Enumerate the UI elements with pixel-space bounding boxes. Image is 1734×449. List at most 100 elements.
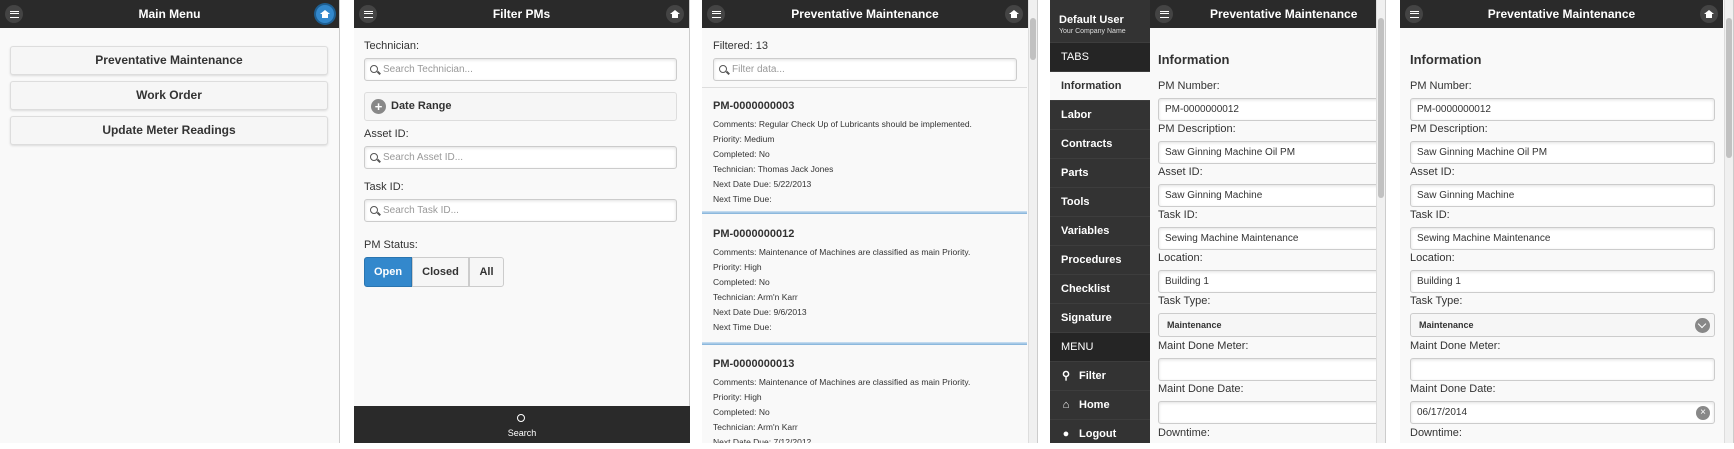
pm-completed: Completed: No [713, 149, 770, 159]
list-item[interactable]: PM-0000000003 Comments: Regular Check Up… [702, 88, 1027, 210]
asset-id-field[interactable]: Saw Ginning Machine [1158, 184, 1385, 207]
tabs-header: TABS [1050, 42, 1150, 71]
menu-button[interactable] [1155, 5, 1173, 23]
asset-id-search-input[interactable]: Search Asset ID... [364, 146, 677, 169]
menu-button[interactable] [707, 5, 725, 23]
placeholder: Search Asset ID... [383, 152, 464, 163]
maint-done-meter-label: Maint Done Meter: [1158, 340, 1249, 352]
scrollbar[interactable] [1028, 0, 1037, 443]
pm-next-date: Next Date Due: 5/22/2013 [713, 179, 812, 189]
hamburger-icon [1409, 10, 1419, 18]
home-button[interactable] [1005, 5, 1023, 23]
home-button[interactable] [316, 5, 334, 23]
task-id-search-input[interactable]: Search Task ID... [364, 199, 677, 222]
pm-description-label: PM Description: [1158, 123, 1236, 135]
asset-id-label: Asset ID: [1158, 166, 1203, 178]
tab-parts[interactable]: Parts [1050, 158, 1150, 187]
task-type-select[interactable]: Maintenance [1410, 313, 1715, 337]
menu-logout[interactable]: ● Logout [1050, 419, 1150, 448]
pm-number-label: PM Number: [1410, 80, 1472, 92]
status-all-button[interactable]: All [469, 257, 504, 287]
asset-id-label: Asset ID: [364, 128, 409, 140]
tab-variables[interactable]: Variables [1050, 216, 1150, 245]
tab-checklist[interactable]: Checklist [1050, 274, 1150, 303]
menu-button[interactable] [359, 5, 377, 23]
pm-priority: Priority: High [713, 262, 762, 272]
update-meter-readings-button[interactable]: Update Meter Readings [10, 116, 328, 145]
menu-button[interactable] [1405, 5, 1423, 23]
menu-button[interactable] [5, 5, 23, 23]
pm-id: PM-0000000013 [713, 358, 795, 370]
list-item[interactable]: PM-0000000013 Comments: Maintenance of M… [702, 346, 1027, 443]
menu-home[interactable]: ⌂ Home [1050, 390, 1150, 419]
search-icon: ⚲ [1061, 370, 1071, 382]
hamburger-icon [1159, 10, 1169, 18]
work-order-button[interactable]: Work Order [10, 81, 328, 110]
pm-next-date: Next Date Due: 7/12/2012 [713, 437, 812, 443]
maint-done-meter-field[interactable] [1158, 358, 1385, 381]
technician-search-input[interactable]: Search Technician... [364, 58, 677, 81]
plus-icon: + [371, 99, 386, 114]
placeholder: Search Task ID... [383, 205, 459, 216]
tab-tools[interactable]: Tools [1050, 187, 1150, 216]
task-id-field[interactable]: Sewing Machine Maintenance [1158, 227, 1385, 250]
placeholder: Filter data... [732, 64, 785, 75]
search-icon [370, 153, 378, 161]
page-title: Filter PMs [492, 7, 551, 21]
tab-contracts[interactable]: Contracts [1050, 129, 1150, 158]
preventative-maintenance-button[interactable]: Preventative Maintenance [10, 46, 328, 75]
search-footer-button[interactable]: Search [354, 406, 690, 443]
date-range-collapsible[interactable]: + Date Range [364, 92, 677, 121]
search-icon [719, 65, 727, 73]
pm-description-field[interactable]: Saw Ginning Machine Oil PM [1158, 141, 1385, 164]
task-id-field[interactable]: Sewing Machine Maintenance [1410, 227, 1715, 250]
menu-filter[interactable]: ⚲ Filter [1050, 361, 1150, 390]
task-id-label: Task ID: [1158, 209, 1198, 221]
technician-label: Technician: [364, 40, 420, 52]
header: Preventative Maintenance [702, 0, 1028, 28]
search-icon [370, 65, 378, 73]
pm-description-field[interactable]: Saw Ginning Machine Oil PM [1410, 141, 1715, 164]
hamburger-icon [711, 10, 721, 18]
task-type-label: Task Type: [1158, 295, 1211, 307]
user-icon: ● [1062, 428, 1070, 440]
pm-comments: Comments: Maintenance of Machines are cl… [713, 247, 971, 257]
maint-done-date-field[interactable] [1158, 401, 1385, 424]
pm-id: PM-0000000003 [713, 100, 795, 112]
status-open-button[interactable]: Open [364, 257, 412, 287]
pm-completed: Completed: No [713, 407, 770, 417]
maint-done-meter-field[interactable] [1410, 358, 1715, 381]
scrollbar[interactable] [1376, 0, 1385, 443]
status-closed-button[interactable]: Closed [412, 257, 469, 287]
clear-icon[interactable]: × [1696, 406, 1710, 420]
scrollbar[interactable] [1724, 0, 1733, 443]
pm-technician: Technician: Arm'n Karr [713, 422, 798, 432]
task-type-select[interactable]: Maintenance [1158, 313, 1385, 337]
pm-number-field[interactable]: PM-0000000012 [1410, 98, 1715, 121]
pm-number-field[interactable]: PM-0000000012 [1158, 98, 1385, 121]
section-heading: Information [1410, 52, 1482, 67]
tab-signature[interactable]: Signature [1050, 303, 1150, 332]
pm-priority: Priority: Medium [713, 134, 775, 144]
search-icon [370, 206, 378, 214]
pm-form-panel-partial: Preventative Maintenance Information PM … [1150, 0, 1386, 443]
section-heading: Information [1158, 52, 1230, 67]
tab-information[interactable]: Information [1050, 71, 1150, 100]
location-field[interactable]: Building 1 [1158, 270, 1385, 293]
pm-completed: Completed: No [713, 277, 770, 287]
list-item[interactable]: PM-0000000012 Comments: Maintenance of M… [702, 216, 1027, 342]
home-button[interactable] [666, 5, 684, 23]
pm-technician: Technician: Thomas Jack Jones [713, 164, 834, 174]
tab-labor[interactable]: Labor [1050, 100, 1150, 129]
location-label: Location: [1158, 252, 1203, 264]
asset-id-field[interactable]: Saw Ginning Machine [1410, 184, 1715, 207]
maint-done-date-field[interactable]: 06/17/2014 × [1410, 401, 1715, 424]
location-field[interactable]: Building 1 [1410, 270, 1715, 293]
tab-procedures[interactable]: Procedures [1050, 245, 1150, 274]
home-icon: ⌂ [1062, 399, 1070, 411]
pm-form-panel: Preventative Maintenance Information PM … [1400, 0, 1734, 443]
filter-input[interactable]: Filter data... [713, 58, 1017, 81]
divider [702, 342, 1027, 345]
home-button[interactable] [1700, 5, 1718, 23]
pm-status-label: PM Status: [364, 239, 418, 251]
